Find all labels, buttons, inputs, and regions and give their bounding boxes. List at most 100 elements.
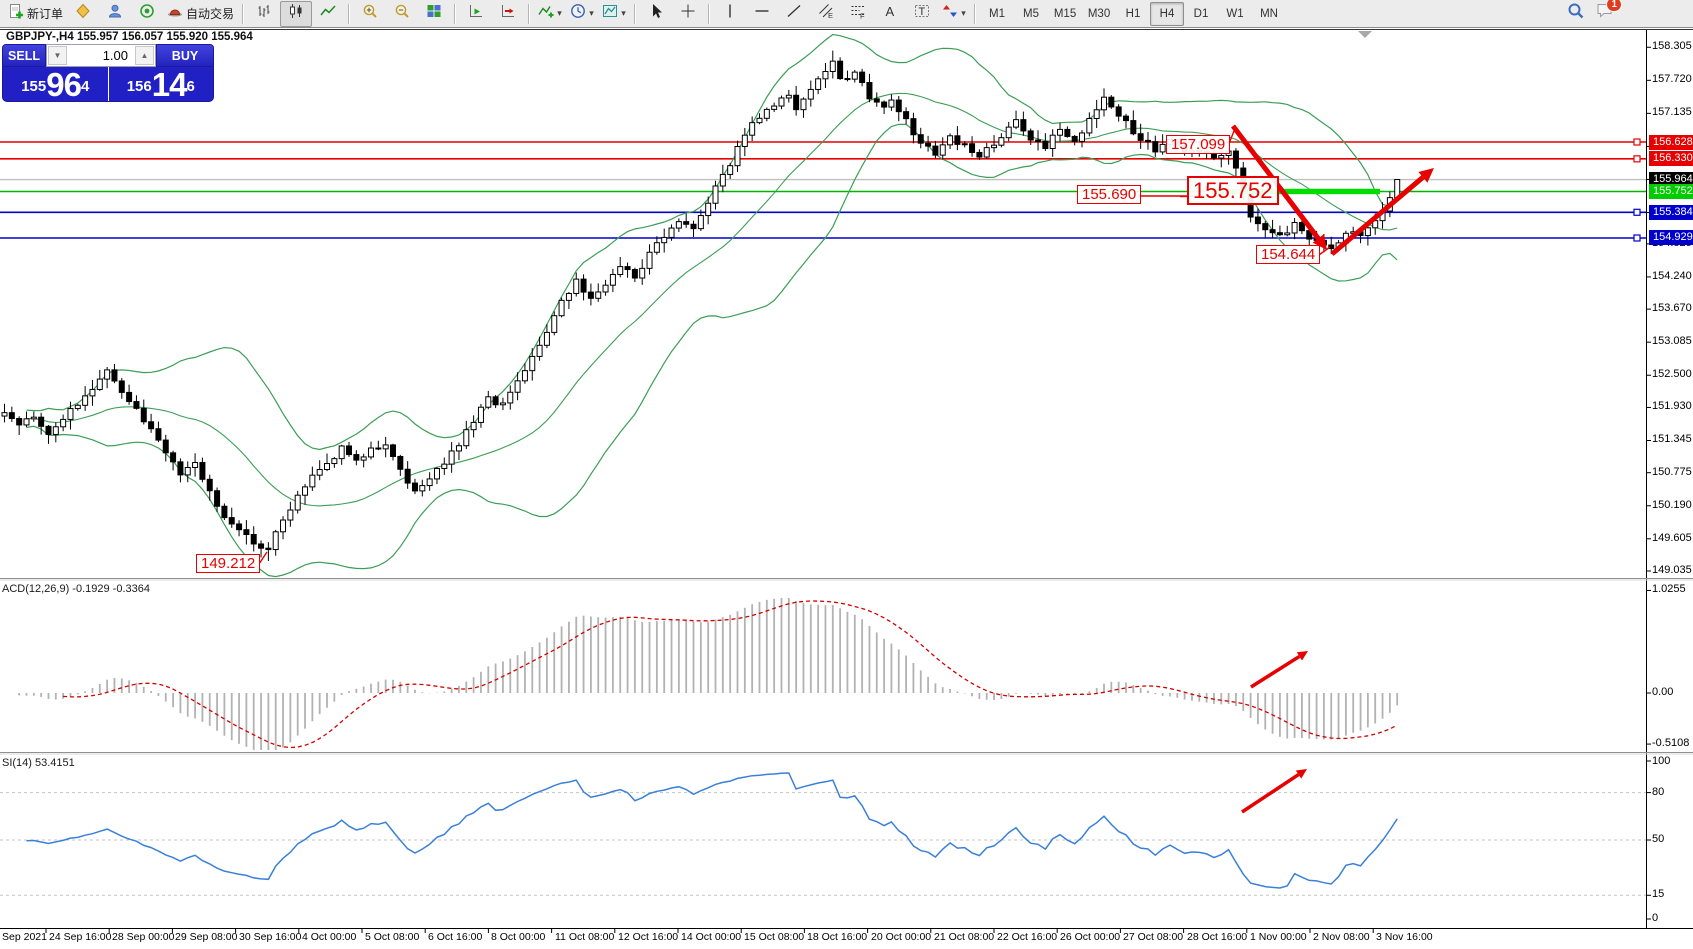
auto-scroll-icon [468, 3, 484, 24]
auto-scroll-button[interactable] [460, 1, 492, 27]
text-label-tool-button[interactable]: T [906, 1, 938, 27]
indicators-button[interactable]: ▾ [534, 1, 566, 27]
fibonacci-tool-button[interactable]: F [842, 1, 874, 27]
text-tool-button[interactable]: A [874, 1, 906, 27]
timeframe-button-m1[interactable]: M1 [980, 2, 1014, 26]
line-chart-button[interactable] [312, 1, 344, 27]
time-tick-label: 28 Sep 00:00 [112, 931, 175, 943]
volume-decrease-button[interactable]: ▼ [48, 46, 67, 65]
price-annotation-box[interactable]: 149.212 [196, 554, 261, 574]
templates-button[interactable]: ▾ [598, 1, 630, 27]
svg-text:F: F [860, 12, 865, 20]
price-annotation-box[interactable]: 157.099 [1166, 135, 1231, 155]
timeframe-button-m15[interactable]: M15 [1048, 2, 1082, 26]
timeframe-button-w1[interactable]: W1 [1218, 2, 1252, 26]
time-tick-label: 5 Oct 08:00 [365, 931, 420, 943]
volume-value[interactable]: 1.00 [68, 45, 134, 66]
timeframe-button-mn[interactable]: MN [1252, 2, 1286, 26]
sell-price[interactable]: 155 96 4 [3, 67, 109, 101]
signal-button[interactable] [131, 1, 163, 27]
timeframe-button-h4[interactable]: H4 [1150, 1, 1185, 26]
zoom-out-button[interactable] [386, 1, 418, 27]
new-order-label: 新订单 [27, 7, 64, 21]
chart-window: GBPJPY-,H4 155.957 156.057 155.920 155.9… [0, 0, 1693, 944]
fibonacci-icon: F [850, 3, 866, 24]
separator [348, 3, 351, 24]
price-annotation-box[interactable]: 155.690 [1077, 185, 1142, 205]
volume-increase-button[interactable]: ▲ [135, 46, 154, 65]
gold-diamond-icon [75, 3, 91, 24]
cursor-tool-button[interactable] [640, 1, 672, 27]
candlestick-icon [288, 3, 304, 24]
volume-stepper: ▼ 1.00 ▲ [46, 44, 156, 67]
timeframe-button-m5[interactable]: M5 [1014, 2, 1048, 26]
channel-icon: E [818, 3, 834, 24]
sell-button[interactable]: SELL [2, 44, 46, 67]
notifications-icon[interactable]: 1 [1595, 0, 1622, 25]
sell-price-sup: 4 [80, 78, 90, 95]
profile-button[interactable] [99, 1, 131, 27]
price-tick-label: 152.500 [1652, 368, 1692, 380]
price-tick-label: 151.345 [1652, 433, 1692, 445]
new-order-button[interactable]: 新订单 [4, 1, 67, 27]
chart-shift-button[interactable] [492, 1, 524, 27]
rsi-scale-label: 100 [1652, 755, 1671, 767]
separator [708, 3, 711, 24]
time-tick-label: 1 Nov 00:00 [1250, 931, 1307, 943]
search-icon[interactable] [1567, 2, 1585, 25]
price-tick-label: 149.605 [1652, 532, 1692, 544]
chart-shift-icon [500, 3, 516, 24]
dropdown-caret-icon: ▾ [961, 8, 966, 18]
arrows-tool-button[interactable]: ▾ [938, 1, 970, 27]
clock-icon [570, 3, 586, 24]
price-tick-label: 158.305 [1652, 40, 1692, 52]
price-line-label: 156.330 [1649, 151, 1693, 166]
separator [634, 3, 637, 24]
crosshair-tool-button[interactable] [672, 1, 704, 27]
autotrade-button[interactable]: 自动交易 [163, 1, 238, 27]
chart-canvas[interactable] [0, 0, 1693, 944]
timeframe-group: M1 M5 M15 M30 H1 H4 D1 W1 MN [980, 1, 1286, 26]
svg-text:T: T [919, 6, 926, 18]
rsi-scale-label: 50 [1652, 833, 1665, 845]
tile-windows-icon [426, 3, 442, 24]
timeframe-button-m30[interactable]: M30 [1082, 2, 1116, 26]
time-tick-label: 3 Nov 16:00 [1376, 931, 1433, 943]
buy-price-sup: 6 [186, 78, 195, 95]
dropdown-caret-icon: ▾ [557, 8, 562, 18]
buy-button[interactable]: BUY [156, 44, 214, 67]
crosshair-icon [680, 3, 696, 24]
zoom-in-button[interactable] [354, 1, 386, 27]
periods-button[interactable]: ▾ [566, 1, 598, 27]
person-icon [107, 3, 123, 24]
line-chart-icon [320, 3, 336, 24]
price-annotation-box[interactable]: 155.752 [1187, 176, 1279, 206]
price-line-label: 155.384 [1649, 205, 1693, 220]
channel-tool-button[interactable]: E [810, 1, 842, 27]
hline-tool-button[interactable] [746, 1, 778, 27]
price-annotation-box[interactable]: 154.644 [1256, 245, 1321, 265]
time-tick-label: 20 Oct 00:00 [871, 931, 932, 943]
vertical-line-icon [722, 3, 738, 24]
price-line-label: 156.628 [1649, 135, 1693, 150]
tile-windows-button[interactable] [418, 1, 450, 27]
time-tick-label: 4 Oct 00:00 [302, 931, 357, 943]
expert-advisor-icon [167, 3, 183, 24]
favorites-button[interactable] [67, 1, 99, 27]
vline-tool-button[interactable] [714, 1, 746, 27]
svg-text:A: A [886, 4, 895, 19]
trendline-tool-button[interactable] [778, 1, 810, 27]
timeframe-button-d1[interactable]: D1 [1184, 2, 1218, 26]
candlestick-chart-button[interactable] [280, 0, 313, 27]
buy-price-big: 14 [151, 66, 188, 103]
buy-price[interactable]: 156 14 6 [109, 67, 214, 101]
price-line-label: 154.929 [1649, 230, 1693, 245]
buy-price-main: 156 [126, 78, 152, 95]
bar-chart-button[interactable] [248, 1, 280, 27]
time-tick-label: 27 Oct 08:00 [1123, 931, 1184, 943]
separator [974, 3, 977, 24]
price-line-label: 155.752 [1649, 184, 1693, 199]
timeframe-button-h1[interactable]: H1 [1116, 2, 1150, 26]
price-tick-label: 153.085 [1652, 335, 1692, 347]
toolbar-right: 1 [1567, 0, 1622, 25]
